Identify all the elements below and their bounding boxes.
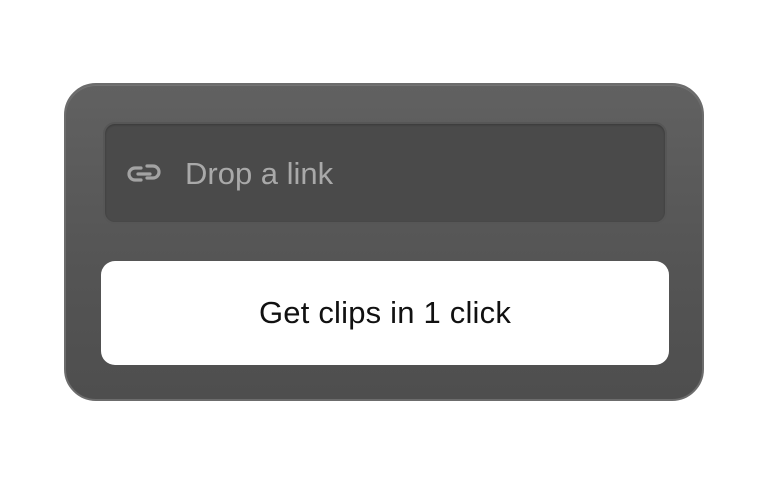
link-input[interactable] xyxy=(185,152,645,196)
page: Get clips in 1 click xyxy=(0,0,768,484)
link-icon xyxy=(127,164,161,182)
clip-generator-card: Get clips in 1 click xyxy=(64,83,704,401)
get-clips-button[interactable]: Get clips in 1 click xyxy=(101,261,669,365)
link-input-field[interactable] xyxy=(103,122,667,224)
